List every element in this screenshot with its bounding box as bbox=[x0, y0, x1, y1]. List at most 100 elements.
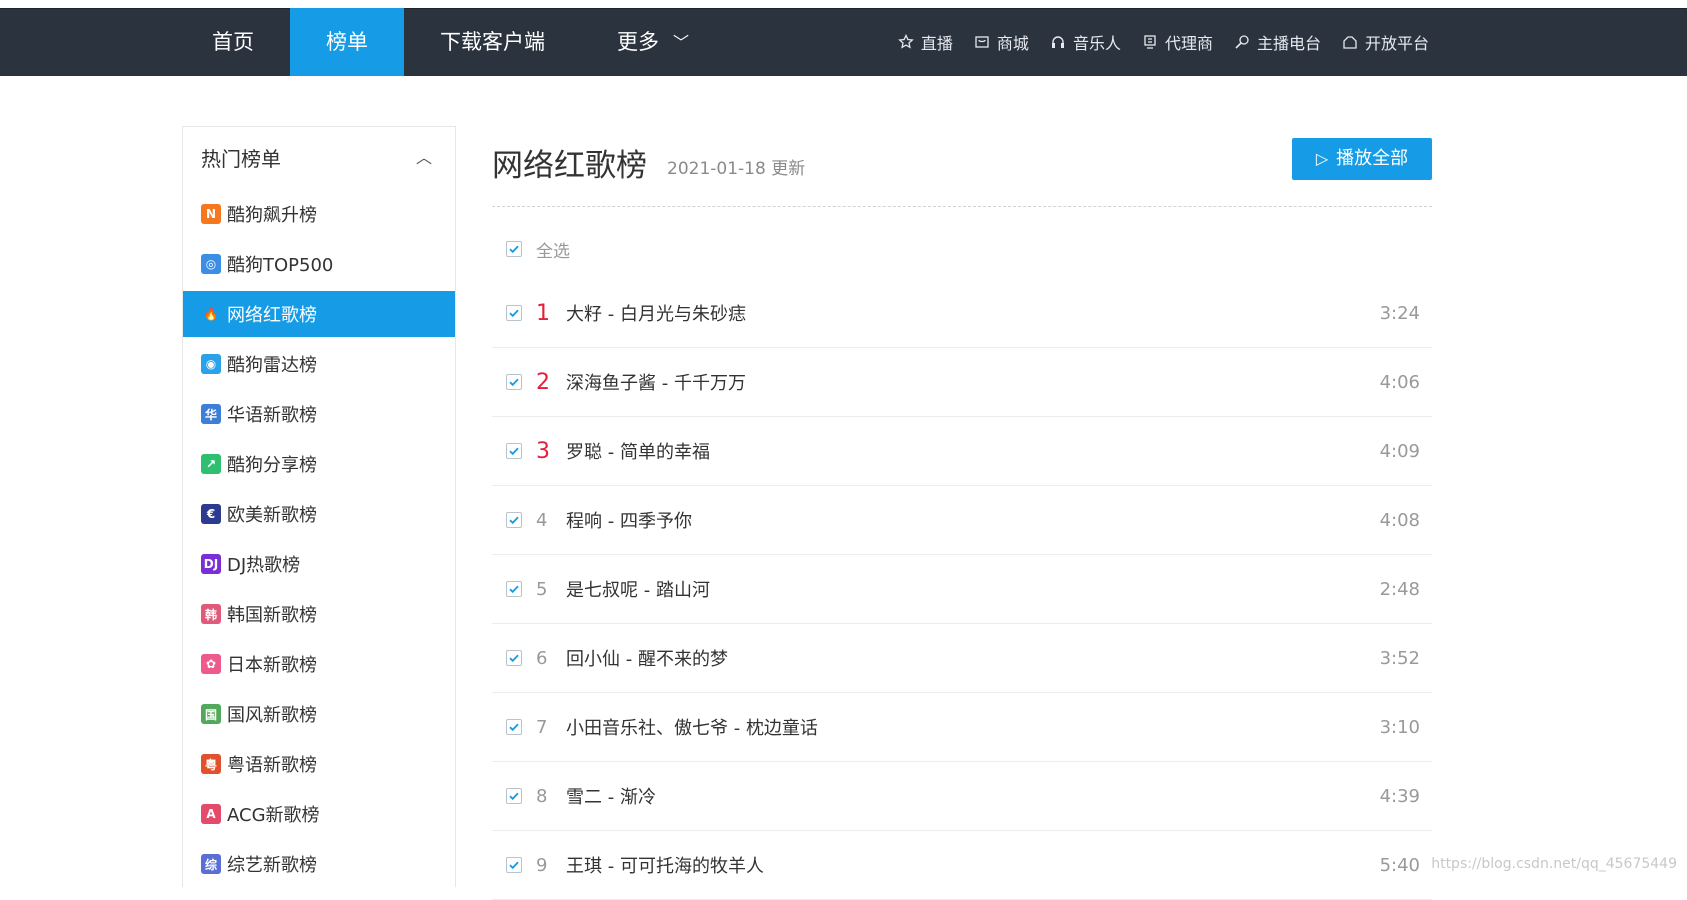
nav-musician[interactable]: 音乐人 bbox=[1049, 30, 1121, 54]
chart-icon: ◎ bbox=[201, 254, 221, 274]
secondary-nav: 直播 商城 音乐人 代理商 主播电台 开放平台 bbox=[877, 8, 1429, 76]
sidebar-item[interactable]: 🔥 网络红歌榜 bbox=[183, 291, 455, 337]
nav-download-client[interactable]: 下载客户端 bbox=[404, 8, 581, 76]
song-row[interactable]: 7 小田音乐社、傲七爷 - 枕边童话 3:10 bbox=[492, 693, 1432, 762]
chart-title: 网络红歌榜 bbox=[492, 148, 647, 184]
sidebar-item[interactable]: A ACG新歌榜 bbox=[183, 791, 455, 837]
song-title[interactable]: 深海鱼子酱 - 千千万万 bbox=[566, 369, 746, 395]
song-row[interactable]: 4 程响 - 四季予你 4:08 bbox=[492, 486, 1432, 555]
chart-icon: ✿ bbox=[201, 654, 221, 674]
sidebar-item[interactable]: N 酷狗飙升榜 bbox=[183, 191, 455, 237]
radio-icon bbox=[1233, 33, 1251, 51]
nav-live-label: 直播 bbox=[920, 34, 953, 53]
chevron-up-icon[interactable]: ︿ bbox=[415, 149, 433, 167]
sidebar-header[interactable]: 热门榜单 ︿ bbox=[183, 127, 455, 191]
sidebar-item[interactable]: ◎ 酷狗TOP500 bbox=[183, 241, 455, 287]
song-row[interactable]: 8 雪二 - 渐冷 4:39 bbox=[492, 762, 1432, 831]
sidebar-item[interactable]: DJ DJ热歌榜 bbox=[183, 541, 455, 587]
chart-icon: N bbox=[201, 204, 221, 224]
chart-icon: 国 bbox=[201, 704, 221, 724]
nav-radio[interactable]: 主播电台 bbox=[1233, 30, 1321, 54]
song-title[interactable]: 是七叔呢 - 踏山河 bbox=[566, 576, 710, 602]
song-checkbox[interactable] bbox=[506, 512, 522, 528]
nav-shop-label: 商城 bbox=[996, 34, 1029, 53]
chart-header: 网络红歌榜 2021-01-18 更新 ▷ 播放全部 bbox=[492, 126, 1432, 207]
song-checkbox[interactable] bbox=[506, 443, 522, 459]
nav-platform[interactable]: 开放平台 bbox=[1341, 30, 1429, 54]
select-all-checkbox[interactable] bbox=[506, 241, 522, 257]
sidebar-item-label: 综艺新歌榜 bbox=[227, 855, 317, 876]
sidebar-item-label: 酷狗雷达榜 bbox=[227, 355, 317, 376]
sidebar-item-label: 粤语新歌榜 bbox=[227, 755, 317, 776]
chart-icon: 综 bbox=[201, 854, 221, 874]
song-row[interactable]: 1 大籽 - 白月光与朱砂痣 3:24 bbox=[492, 279, 1432, 348]
chart-icon: € bbox=[201, 504, 221, 524]
song-duration: 5:40 bbox=[1379, 854, 1420, 876]
sidebar-list: N 酷狗飙升榜 ◎ 酷狗TOP500 🔥 网络红歌榜 ◉ 酷狗雷达榜华华语新歌榜 ↗ 酷狗分享榜 €… bbox=[183, 191, 455, 887]
nav-agent-label: 代理商 bbox=[1164, 34, 1213, 53]
song-checkbox[interactable] bbox=[506, 581, 522, 597]
song-title[interactable]: 小田音乐社、傲七爷 - 枕边童话 bbox=[566, 714, 818, 740]
song-title[interactable]: 王琪 - 可可托海的牧羊人 bbox=[566, 852, 764, 878]
song-row[interactable]: 6 回小仙 - 醒不来的梦 3:52 bbox=[492, 624, 1432, 693]
song-row[interactable]: 2 深海鱼子酱 - 千千万万 4:06 bbox=[492, 348, 1432, 417]
top-nav-bar: 首页 榜单 下载客户端 更多 ﹀ 直播 商城 音乐人 代理商 主播电台 开放平台 bbox=[0, 8, 1687, 76]
star-icon bbox=[897, 33, 915, 51]
chart-icon: 粤 bbox=[201, 754, 221, 774]
song-checkbox[interactable] bbox=[506, 719, 522, 735]
song-rank: 7 bbox=[536, 716, 548, 738]
sidebar-title: 热门榜单 bbox=[201, 147, 281, 171]
song-row[interactable]: 3 罗聪 - 简单的幸福 4:09 bbox=[492, 417, 1432, 486]
song-duration: 4:08 bbox=[1379, 509, 1420, 531]
sidebar-item[interactable]: 国国风新歌榜 bbox=[183, 691, 455, 737]
song-rank: 3 bbox=[536, 438, 550, 464]
sidebar-item-label: 欧美新歌榜 bbox=[227, 505, 317, 526]
headphones-icon bbox=[1049, 33, 1067, 51]
play-all-button[interactable]: ▷ 播放全部 bbox=[1292, 138, 1432, 180]
sidebar-item-label: 网络红歌榜 bbox=[227, 305, 317, 326]
sidebar-item-label: 日本新歌榜 bbox=[227, 655, 317, 676]
song-duration: 4:06 bbox=[1379, 371, 1420, 393]
song-duration: 3:10 bbox=[1379, 716, 1420, 738]
song-title[interactable]: 回小仙 - 醒不来的梦 bbox=[566, 645, 728, 671]
song-title[interactable]: 程响 - 四季予你 bbox=[566, 507, 692, 533]
nav-platform-label: 开放平台 bbox=[1364, 34, 1429, 53]
sidebar-item[interactable]: € 欧美新歌榜 bbox=[183, 491, 455, 537]
nav-musician-label: 音乐人 bbox=[1072, 34, 1121, 53]
song-duration: 4:09 bbox=[1379, 440, 1420, 462]
sidebar-item[interactable]: 粤粤语新歌榜 bbox=[183, 741, 455, 787]
sidebar-item[interactable]: 华华语新歌榜 bbox=[183, 391, 455, 437]
select-all-row[interactable]: 全选 bbox=[492, 219, 1432, 279]
song-checkbox[interactable] bbox=[506, 788, 522, 804]
song-duration: 3:24 bbox=[1379, 302, 1420, 324]
sidebar-item-label: 酷狗TOP500 bbox=[227, 255, 334, 276]
chevron-down-icon: ﹀ bbox=[673, 33, 690, 52]
chart-icon: 韩 bbox=[201, 604, 221, 624]
select-all-label: 全选 bbox=[536, 241, 570, 262]
nav-charts[interactable]: 榜单 bbox=[290, 8, 404, 76]
shop-icon bbox=[973, 33, 991, 51]
song-row[interactable]: 5 是七叔呢 - 踏山河 2:48 bbox=[492, 555, 1432, 624]
song-title[interactable]: 雪二 - 渐冷 bbox=[566, 783, 656, 809]
song-title[interactable]: 大籽 - 白月光与朱砂痣 bbox=[566, 300, 746, 326]
song-title[interactable]: 罗聪 - 简单的幸福 bbox=[566, 438, 710, 464]
song-checkbox[interactable] bbox=[506, 305, 522, 321]
nav-home[interactable]: 首页 bbox=[176, 8, 290, 76]
sidebar-item[interactable]: ↗ 酷狗分享榜 bbox=[183, 441, 455, 487]
sidebar-item[interactable]: ◉ 酷狗雷达榜 bbox=[183, 341, 455, 387]
main-nav: 首页 榜单 下载客户端 更多 ﹀ bbox=[176, 8, 725, 76]
nav-download-label: 下载客户端 bbox=[440, 30, 545, 54]
song-duration: 2:48 bbox=[1379, 578, 1420, 600]
song-checkbox[interactable] bbox=[506, 857, 522, 873]
sidebar-item[interactable]: 综综艺新歌榜 bbox=[183, 841, 455, 887]
nav-shop[interactable]: 商城 bbox=[973, 30, 1029, 54]
nav-live[interactable]: 直播 bbox=[897, 30, 953, 54]
sidebar-item[interactable]: 韩韩国新歌榜 bbox=[183, 591, 455, 637]
nav-more[interactable]: 更多 ﹀ bbox=[581, 8, 725, 76]
sidebar-item[interactable]: ✿ 日本新歌榜 bbox=[183, 641, 455, 687]
sidebar-item-label: 华语新歌榜 bbox=[227, 405, 317, 426]
song-checkbox[interactable] bbox=[506, 374, 522, 390]
nav-agent[interactable]: 代理商 bbox=[1141, 30, 1213, 54]
song-checkbox[interactable] bbox=[506, 650, 522, 666]
song-row[interactable]: 9 王琪 - 可可托海的牧羊人 5:40 bbox=[492, 831, 1432, 900]
